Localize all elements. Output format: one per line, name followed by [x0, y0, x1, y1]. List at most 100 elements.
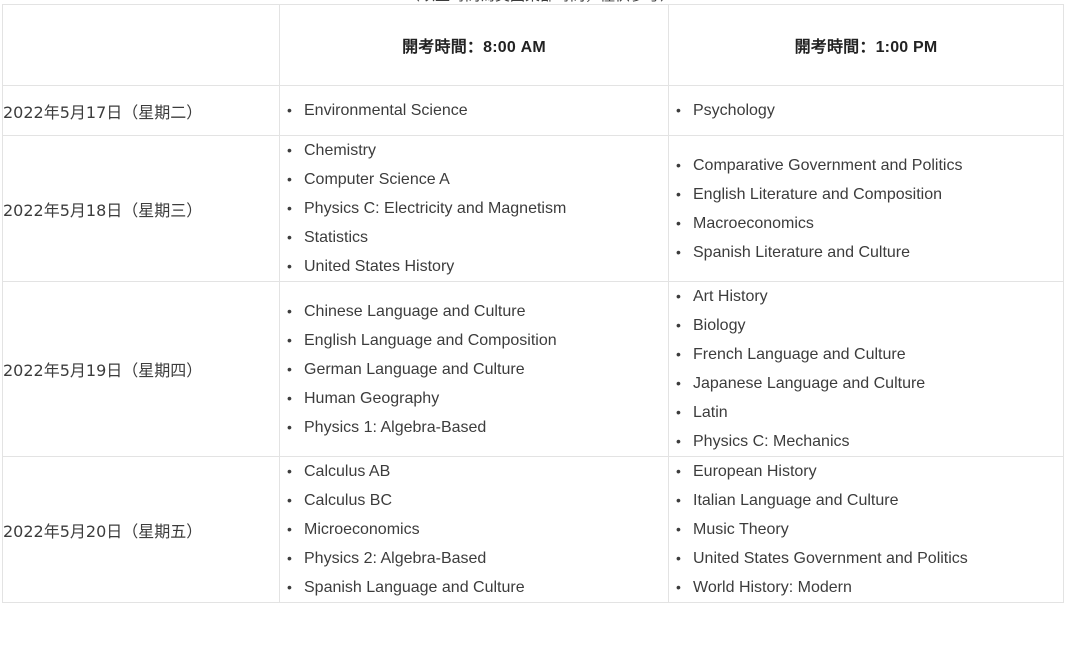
bullet-icon: • — [287, 102, 292, 118]
bullet-icon: • — [676, 579, 681, 595]
morning-subjects-cell: • Chemistry • Computer Science A • Physics … — [279, 135, 669, 282]
morning-subjects-cell: • Environmental Science — [279, 85, 669, 136]
bullet-icon: • — [676, 317, 681, 333]
subject-label: Calculus AB — [304, 463, 391, 480]
bullet-icon: • — [287, 360, 292, 377]
bullet-icon: • — [287, 142, 292, 158]
list-item: • English Literature and Composition — [669, 180, 1063, 209]
column-header-morning-session: 開考時間：8:00 AM — [279, 4, 669, 86]
list-item: • Spanish Literature and Culture — [669, 238, 1063, 267]
subject-list: • Art History • Biology • French Language a… — [669, 282, 1063, 456]
list-item: • French Language and Culture — [669, 340, 1063, 369]
subject-list: • Chinese Language and Culture • English L… — [280, 297, 668, 442]
subject-label: Chemistry — [304, 142, 377, 159]
list-item: • Human Geography — [280, 384, 668, 413]
list-item: • European History — [669, 457, 1063, 486]
bullet-icon: • — [287, 171, 292, 187]
subject-label: Human Geography — [304, 389, 440, 407]
subject-label: Psychology — [693, 102, 775, 119]
subject-label: Spanish Language and Culture — [304, 579, 525, 596]
table-row: 2022年5月17日（星期二） • Environmental Science •… — [2, 85, 1064, 136]
bullet-icon: • — [676, 102, 681, 118]
subject-label: World History: Modern — [693, 579, 852, 596]
subject-label: Comparative Government and Politics — [693, 156, 963, 174]
list-item: • Chemistry — [280, 136, 668, 165]
subject-label: Chinese Language and Culture — [304, 302, 526, 320]
subject-label: French Language and Culture — [693, 346, 906, 363]
column-header-date — [2, 4, 280, 86]
bullet-icon: • — [676, 433, 681, 449]
exam-date-cell: 2022年5月20日（星期五） — [2, 456, 280, 603]
bullet-icon: • — [287, 418, 292, 435]
list-item: • Computer Science A — [280, 165, 668, 194]
subject-label: Physics 1: Algebra-Based — [304, 418, 487, 436]
list-item: • German Language and Culture — [280, 355, 668, 384]
subject-label: Physics 2: Algebra-Based — [304, 550, 487, 567]
subject-label: Calculus BC — [304, 492, 393, 509]
subject-label: United States Government and Politics — [693, 550, 968, 567]
bullet-icon: • — [676, 492, 681, 508]
subject-label: Statistics — [304, 229, 369, 246]
afternoon-subjects-cell: • Art History • Biology • French Language a… — [668, 281, 1064, 457]
list-item: • Japanese Language and Culture — [669, 369, 1063, 398]
bullet-icon: • — [287, 521, 292, 537]
subject-label: Macroeconomics — [693, 214, 814, 232]
subject-label: Art History — [693, 288, 768, 305]
list-item: • Statistics — [280, 223, 668, 252]
bullet-icon: • — [676, 288, 681, 304]
list-item: • Calculus AB — [280, 457, 668, 486]
table-row: 2022年5月20日（星期五） • Calculus AB • Calculus B… — [2, 456, 1064, 603]
subject-label: Spanish Literature and Culture — [693, 243, 911, 261]
subject-list: • Chemistry • Computer Science A • Physics … — [280, 136, 668, 281]
subject-list: • Environmental Science — [280, 96, 668, 125]
subject-list: • Psychology — [669, 96, 1063, 125]
bullet-icon: • — [676, 214, 681, 231]
afternoon-subjects-cell: • European History • Italian Language and … — [668, 456, 1064, 603]
subject-label: German Language and Culture — [304, 360, 525, 378]
bullet-icon: • — [287, 200, 292, 216]
list-item: • Italian Language and Culture — [669, 486, 1063, 515]
list-item: • Chinese Language and Culture — [280, 297, 668, 326]
subject-label: Microeconomics — [304, 521, 420, 538]
subject-label: English Literature and Composition — [693, 185, 943, 203]
subject-label: United States History — [304, 258, 455, 275]
table-body: 2022年5月17日（星期二） • Environmental Science •… — [2, 85, 1064, 603]
list-item: • Physics 1: Algebra-Based — [280, 413, 668, 442]
subject-label: Physics C: Electricity and Magnetism — [304, 200, 567, 217]
bullet-icon: • — [676, 185, 681, 202]
list-item: • Biology — [669, 311, 1063, 340]
morning-subjects-cell: • Chinese Language and Culture • English L… — [279, 281, 669, 457]
bullet-icon: • — [287, 550, 292, 566]
subject-label: Italian Language and Culture — [693, 492, 899, 509]
bullet-icon: • — [676, 156, 681, 173]
subject-list: • Comparative Government and Politics • En… — [669, 151, 1063, 267]
bullet-icon: • — [676, 463, 681, 479]
table-row: 2022年5月18日（星期三） • Chemistry • Computer Sci… — [2, 135, 1064, 282]
bullet-icon: • — [287, 579, 292, 595]
subject-label: European History — [693, 463, 817, 480]
bullet-icon: • — [287, 389, 292, 406]
subject-label: Computer Science A — [304, 171, 450, 188]
list-item: • United States Government and Politics — [669, 544, 1063, 573]
list-item: • Calculus BC — [280, 486, 668, 515]
subject-label: Environmental Science — [304, 102, 468, 119]
subject-list: • Calculus AB • Calculus BC • Microeconomic… — [280, 457, 668, 602]
list-item: • Physics C: Electricity and Magnetism — [280, 194, 668, 223]
list-item: • English Language and Composition — [280, 326, 668, 355]
list-item: • Physics 2: Algebra-Based — [280, 544, 668, 573]
bullet-icon: • — [287, 302, 292, 319]
subject-label: Biology — [693, 317, 746, 334]
subject-label: Music Theory — [693, 521, 789, 538]
list-item: • Art History — [669, 282, 1063, 311]
bullet-icon: • — [287, 463, 292, 479]
document-page: （以上時間為美國東部時間，僅供參考） 開考時間：8:00 AM 開考時間：1:0… — [0, 0, 1080, 668]
list-item: • Spanish Language and Culture — [280, 573, 668, 602]
bullet-icon: • — [676, 375, 681, 391]
list-item: • Latin — [669, 398, 1063, 427]
table-row: 2022年5月19日（星期四） • Chinese Language and Cu… — [2, 281, 1064, 457]
bullet-icon: • — [287, 258, 292, 274]
bullet-icon: • — [287, 492, 292, 508]
bullet-icon: • — [676, 404, 681, 420]
exam-schedule-table: 開考時間：8:00 AM 開考時間：1:00 PM 2022年5月17日（星期二… — [2, 4, 1064, 603]
list-item: • World History: Modern — [669, 573, 1063, 602]
